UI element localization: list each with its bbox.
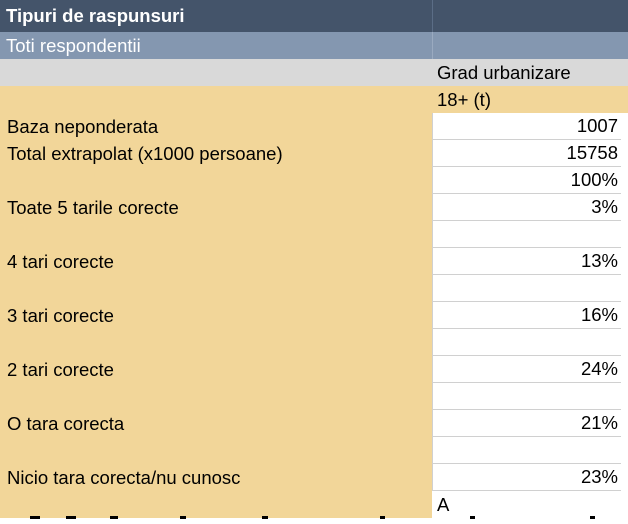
row-label[interactable]: O tara corecta [0, 410, 432, 437]
row-value[interactable]: 13% [432, 248, 621, 275]
row-value[interactable] [432, 329, 621, 356]
next-row-clipped [0, 516, 628, 524]
row-label[interactable] [0, 383, 432, 410]
table-row: 3 tari corecte 16% [0, 302, 628, 329]
row-label[interactable]: Toate 5 tarile corecte [0, 194, 432, 221]
column-divider [432, 0, 433, 32]
row-label[interactable] [0, 221, 432, 248]
column-header-row: 18+ (t) [0, 86, 628, 113]
row-label[interactable]: Baza neponderata [0, 113, 432, 140]
table-title: Tipuri de raspunsuri [6, 5, 185, 26]
table-row [0, 329, 628, 356]
row-label[interactable]: 2 tari corecte [0, 356, 432, 383]
crosstab-sheet: Tipuri de raspunsuri Toti respondentii G… [0, 0, 628, 524]
row-label[interactable] [0, 437, 432, 464]
row-label[interactable]: Total extrapolat (x1000 persoane) [0, 140, 432, 167]
column-group-header[interactable]: Grad urbanizare [432, 59, 621, 86]
table-row: O tara corecta 21% [0, 410, 628, 437]
table-subtitle: Toti respondentii [6, 34, 141, 56]
table-row [0, 437, 628, 464]
table-row [0, 221, 628, 248]
row-value[interactable]: 16% [432, 302, 621, 329]
row-value[interactable]: 15758 [432, 140, 621, 167]
footer-label-cell [0, 491, 432, 518]
table-row: Toate 5 tarile corecte 3% [0, 194, 628, 221]
table-row: 2 tari corecte 24% [0, 356, 628, 383]
table-row [0, 383, 628, 410]
row-value[interactable]: 3% [432, 194, 621, 221]
subtitle-row: Toti respondentii [0, 32, 628, 59]
table-row: Total extrapolat (x1000 persoane) 15758 [0, 140, 628, 167]
row-value[interactable]: 21% [432, 410, 621, 437]
column-header[interactable]: 18+ (t) [432, 86, 621, 113]
row-label[interactable]: 3 tari corecte [0, 302, 432, 329]
row-label[interactable] [0, 275, 432, 302]
table-row [0, 275, 628, 302]
row-label[interactable] [0, 329, 432, 356]
row-value[interactable]: 1007 [432, 113, 621, 140]
row-label[interactable]: 4 tari corecte [0, 248, 432, 275]
footer-row: A [0, 491, 628, 518]
title-row: Tipuri de raspunsuri [0, 0, 628, 32]
row-value[interactable] [432, 383, 621, 410]
table-row: Nicio tara corecta/nu cunosc 23% [0, 464, 628, 491]
row-label[interactable]: Nicio tara corecta/nu cunosc [0, 464, 432, 491]
row-value[interactable]: 23% [432, 464, 621, 491]
table-row: 100% [0, 167, 628, 194]
row-value[interactable] [432, 275, 621, 302]
table-row: 4 tari corecte 13% [0, 248, 628, 275]
row-label[interactable] [0, 167, 432, 194]
column-divider [432, 32, 433, 59]
row-value[interactable] [432, 437, 621, 464]
table-row: Baza neponderata 1007 [0, 113, 628, 140]
footer-marker[interactable]: A [432, 491, 621, 518]
column-group-row: Grad urbanizare [0, 59, 628, 86]
row-value[interactable] [432, 221, 621, 248]
row-value[interactable]: 24% [432, 356, 621, 383]
row-value[interactable]: 100% [432, 167, 621, 194]
